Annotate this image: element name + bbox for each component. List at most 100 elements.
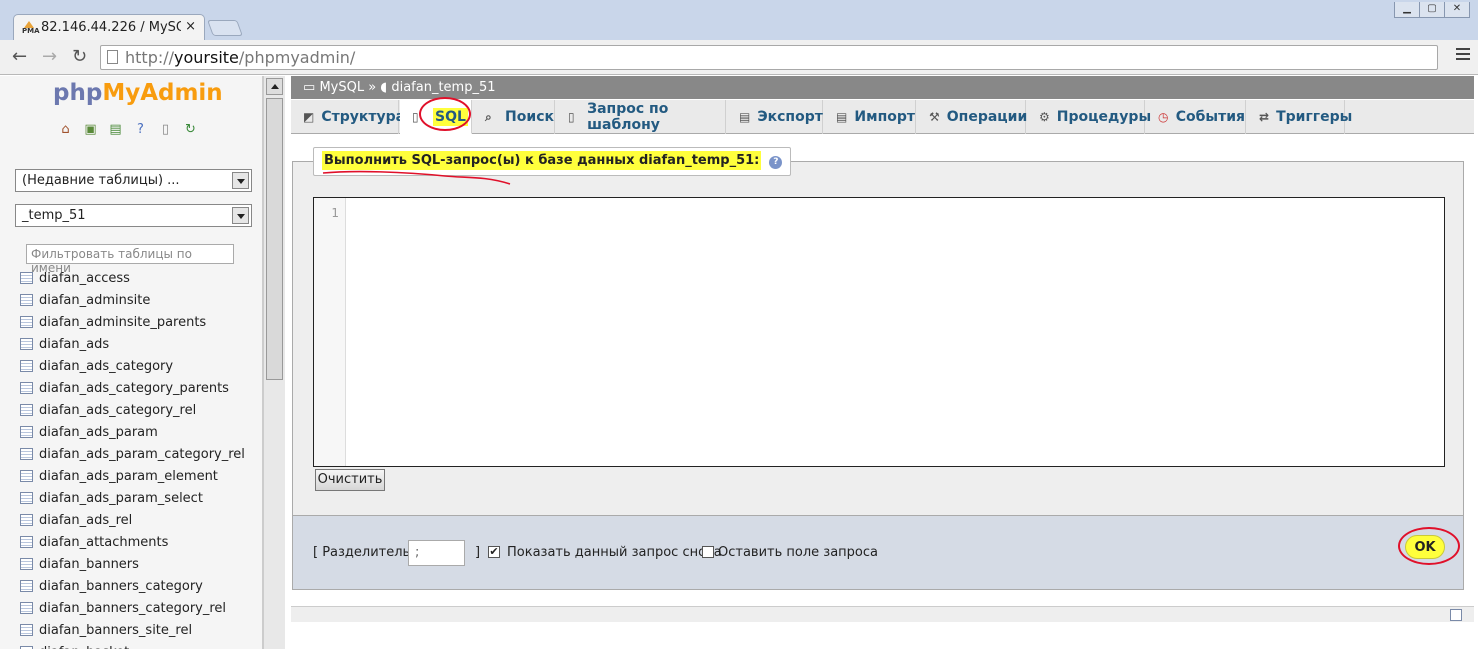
browser-tab[interactable]: PMA 82.146.44.226 / MySQL × <box>13 14 205 40</box>
page-icon <box>107 50 118 64</box>
database-icon: ◖ <box>380 80 388 95</box>
annotation-circle-ok <box>1398 527 1460 565</box>
delimiter-bracket: ] <box>475 545 481 560</box>
table-item[interactable]: diafan_ads_param_element <box>20 465 245 487</box>
table-icon <box>20 470 33 482</box>
delimiter-input[interactable]: ; <box>408 540 465 566</box>
table-item[interactable]: diafan_ads_rel <box>20 509 245 531</box>
table-item[interactable]: diafan_banners_category_rel <box>20 597 245 619</box>
table-icon <box>20 272 33 284</box>
new-tab-button[interactable] <box>207 20 243 36</box>
table-item[interactable]: diafan_adminsite <box>20 289 245 311</box>
browser-toolbar: ← → ↻ http://yoursite/phpmyadmin/ <box>0 40 1478 75</box>
table-icon <box>20 360 33 372</box>
breadcrumb: ▭ MySQL » ◖ diafan_temp_51 <box>291 76 1474 99</box>
tab-routines[interactable]: ⚙ Процедуры <box>1027 100 1151 134</box>
back-arrow-icon[interactable]: ← <box>12 46 27 67</box>
table-item[interactable]: diafan_access <box>20 267 245 289</box>
keep-query-box-checkbox[interactable] <box>702 546 714 558</box>
browser-menu-icon[interactable] <box>1456 48 1470 62</box>
breadcrumb-separator: » <box>368 80 377 95</box>
recent-tables-value: (Недавние таблицы) ... <box>22 173 180 188</box>
table-item[interactable]: diafan_ads_category <box>20 355 245 377</box>
query-window-icon[interactable]: ▤ <box>108 122 123 137</box>
chevron-down-icon <box>232 172 249 189</box>
sql-query-editor[interactable]: 1 <box>313 197 1445 467</box>
table-item[interactable]: diafan_ads_param_select <box>20 487 245 509</box>
table-icon <box>20 624 33 636</box>
table-item[interactable]: diafan_ads_category_parents <box>20 377 245 399</box>
scroll-up-arrow-icon[interactable] <box>266 78 283 95</box>
home-icon[interactable]: ⌂ <box>58 122 73 137</box>
table-icon <box>20 294 33 306</box>
tab-triggers[interactable]: ⇄ Триггеры <box>1247 100 1352 134</box>
events-icon: ◷ <box>1158 110 1169 124</box>
close-tab-icon[interactable]: × <box>185 19 196 34</box>
docs-icon[interactable]: ? <box>133 122 148 137</box>
tab-operations[interactable]: ⚒ Операции <box>917 100 1027 134</box>
table-icon <box>20 558 33 570</box>
tab-export[interactable]: ▤ Экспорт <box>727 100 823 134</box>
table-icon <box>20 448 33 460</box>
annotation-underline <box>322 170 511 185</box>
breadcrumb-database[interactable]: diafan_temp_51 <box>391 80 495 95</box>
routines-icon: ⚙ <box>1039 110 1050 124</box>
table-item[interactable]: diafan_ads_param_category_rel <box>20 443 245 465</box>
table-item[interactable]: diafan_adminsite_parents <box>20 311 245 333</box>
tab-search[interactable]: ⌕ Поиск <box>473 100 555 134</box>
console-icon[interactable] <box>1450 609 1462 621</box>
table-item[interactable]: diafan_banners <box>20 553 245 575</box>
maximize-button[interactable]: ▢ <box>1419 2 1445 18</box>
reload-icon[interactable]: ↻ <box>183 122 198 137</box>
table-item[interactable]: diafan_banners_site_rel <box>20 619 245 641</box>
sql-options-footer <box>292 515 1464 590</box>
recent-tables-select[interactable]: (Недавние таблицы) ... <box>15 169 252 192</box>
tab-events[interactable]: ◷ События <box>1146 100 1246 134</box>
tab-structure[interactable]: ◩ Структура <box>291 100 405 134</box>
filter-tables-input[interactable]: Фильтровать таблицы по имени <box>26 244 234 275</box>
settings-icon[interactable]: ▯ <box>158 122 173 137</box>
table-item[interactable]: diafan_ads_category_rel <box>20 399 245 421</box>
table-icon <box>20 602 33 614</box>
bottom-strip <box>291 622 1474 649</box>
clear-button[interactable]: Очистить <box>315 469 385 491</box>
forward-arrow-icon[interactable]: → <box>42 46 57 67</box>
table-icon <box>20 492 33 504</box>
left-navigation-panel: phpMyAdmin ⌂ ▣ ▤? ▯ ↻ (Недавние таблицы) ...… <box>0 76 263 649</box>
scrollbar-thumb[interactable] <box>266 98 283 380</box>
tab-query[interactable]: ▯ Запрос по шаблону <box>556 100 726 134</box>
minimize-button[interactable]: ▁ <box>1394 2 1420 18</box>
table-item[interactable]: diafan_banners_category <box>20 575 245 597</box>
database-value: _temp_51 <box>22 208 86 223</box>
address-bar[interactable]: http://yoursite/phpmyadmin/ <box>100 45 1438 70</box>
phpmyadmin-logo[interactable]: phpMyAdmin <box>53 80 223 106</box>
help-icon[interactable]: ? <box>769 156 783 169</box>
show-query-label[interactable]: Показать данный запрос снова <box>507 545 722 560</box>
tab-import[interactable]: ▤ Импорт <box>824 100 916 134</box>
table-icon <box>20 536 33 548</box>
line-number-gutter: 1 <box>314 198 346 466</box>
query-icon: ▯ <box>568 110 575 124</box>
delimiter-label: [ Разделитель <box>313 545 411 560</box>
database-select[interactable]: _temp_51 <box>15 204 252 227</box>
table-item[interactable]: diafan_basket <box>20 641 245 649</box>
table-icon <box>20 580 33 592</box>
table-icon <box>20 514 33 526</box>
table-list: diafan_access diafan_adminsite diafan_ad… <box>20 267 245 649</box>
table-item[interactable]: diafan_ads_param <box>20 421 245 443</box>
show-query-checkbox[interactable]: ✔ <box>488 546 500 558</box>
triggers-icon: ⇄ <box>1259 110 1270 124</box>
keep-query-box-label[interactable]: Оставить поле запроса <box>718 545 878 560</box>
export-icon: ▤ <box>739 110 751 124</box>
reload-icon[interactable]: ↻ <box>72 46 87 67</box>
annotation-circle-sql <box>419 97 471 131</box>
breadcrumb-server[interactable]: MySQL <box>319 80 364 95</box>
sidebar-scrollbar[interactable] <box>263 76 285 649</box>
table-item[interactable]: diafan_attachments <box>20 531 245 553</box>
table-item[interactable]: diafan_ads <box>20 333 245 355</box>
search-icon: ⌕ <box>485 110 492 124</box>
close-window-button[interactable]: ✕ <box>1444 2 1470 18</box>
table-icon <box>20 426 33 438</box>
exit-icon[interactable]: ▣ <box>83 122 98 137</box>
bottom-bar <box>291 606 1474 622</box>
